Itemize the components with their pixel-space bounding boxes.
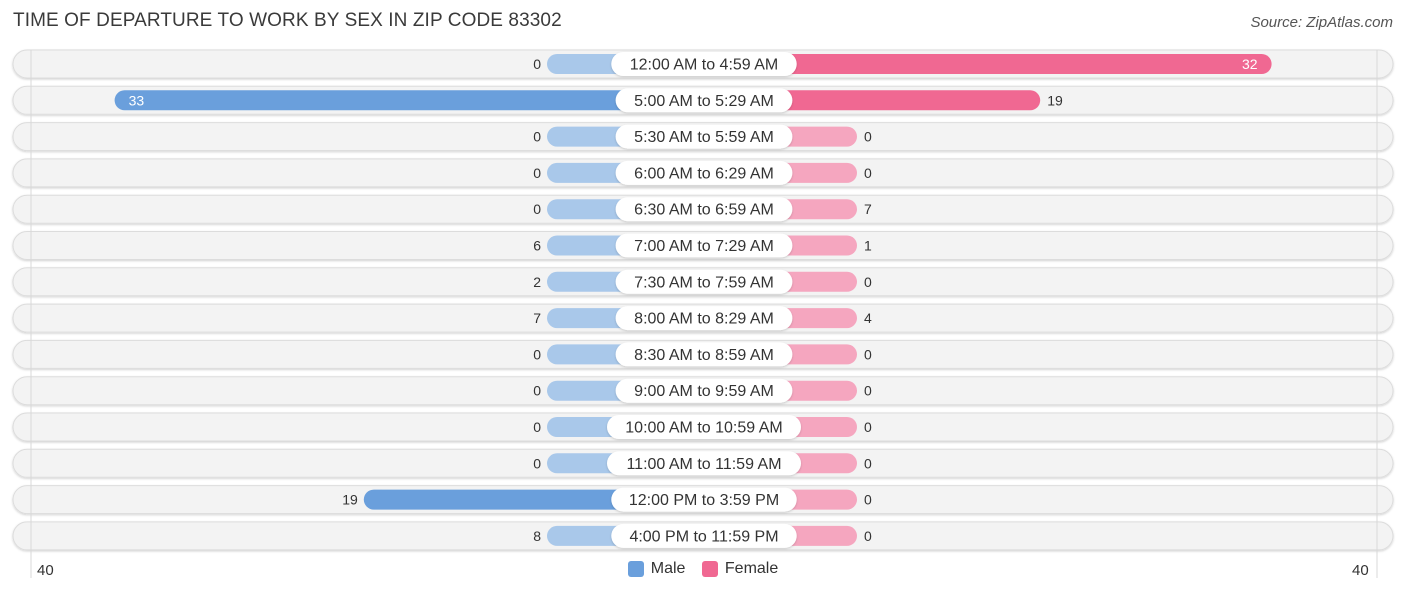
category-label: 8:30 AM to 8:59 AM — [634, 347, 774, 364]
legend-swatch-male — [627, 561, 644, 577]
category-label: 12:00 PM to 3:59 PM — [629, 492, 779, 509]
value-label-male: 8 — [533, 528, 541, 544]
category-label: 7:30 AM to 7:59 AM — [634, 274, 774, 291]
value-label-male: 33 — [129, 92, 145, 108]
category-label: 5:00 AM to 5:29 AM — [634, 93, 774, 110]
value-label-female: 4 — [864, 310, 872, 326]
value-label-male: 0 — [533, 383, 541, 399]
legend-item-male: Male — [627, 560, 686, 578]
legend-swatch-female — [701, 561, 718, 577]
value-label-male: 19 — [342, 492, 358, 508]
chart-svg: 0 32 12:00 AM to 4:59 AM 33 19 5:00 AM to 5:2… — [12, 49, 1394, 578]
value-label-female: 0 — [864, 274, 872, 290]
value-label-male: 0 — [533, 165, 541, 181]
legend: Male Female — [0, 560, 1406, 582]
value-label-female: 0 — [864, 492, 872, 508]
category-label: 6:30 AM to 6:59 AM — [634, 202, 774, 219]
category-label: 10:00 AM to 10:59 AM — [625, 420, 782, 437]
category-label: 9:00 AM to 9:59 AM — [634, 383, 774, 400]
value-label-female: 32 — [1242, 56, 1258, 72]
value-label-male: 0 — [533, 56, 541, 72]
value-label-male: 0 — [533, 129, 541, 145]
value-label-female: 0 — [864, 419, 872, 435]
value-label-male: 0 — [533, 419, 541, 435]
value-label-female: 0 — [864, 528, 872, 544]
category-label: 6:00 AM to 6:29 AM — [634, 165, 774, 182]
value-label-female: 0 — [864, 383, 872, 399]
category-label: 4:00 PM to 11:59 PM — [629, 528, 778, 545]
category-label: 11:00 AM to 11:59 AM — [626, 456, 781, 473]
legend-item-female: Female — [701, 560, 779, 578]
category-label: 12:00 AM to 4:59 AM — [630, 57, 779, 74]
value-label-female: 1 — [864, 238, 872, 254]
value-label-male: 7 — [533, 310, 541, 326]
value-label-female: 7 — [864, 201, 872, 217]
value-label-male: 2 — [533, 274, 541, 290]
value-label-male: 0 — [533, 201, 541, 217]
legend-label-male: Male — [650, 560, 686, 577]
category-label: 8:00 AM to 8:29 AM — [634, 311, 774, 328]
value-label-male: 0 — [533, 455, 541, 471]
category-label: 5:30 AM to 5:59 AM — [634, 129, 774, 146]
legend-label-female: Female — [724, 560, 779, 577]
bar-male — [114, 90, 703, 111]
value-label-female: 0 — [864, 346, 872, 362]
value-label-female: 0 — [864, 455, 872, 471]
value-label-female: 19 — [1047, 92, 1063, 108]
value-label-male: 0 — [533, 346, 541, 362]
value-label-female: 0 — [864, 165, 872, 181]
value-label-female: 0 — [864, 129, 872, 145]
category-label: 7:00 AM to 7:29 AM — [634, 238, 774, 255]
value-label-male: 6 — [533, 238, 541, 254]
